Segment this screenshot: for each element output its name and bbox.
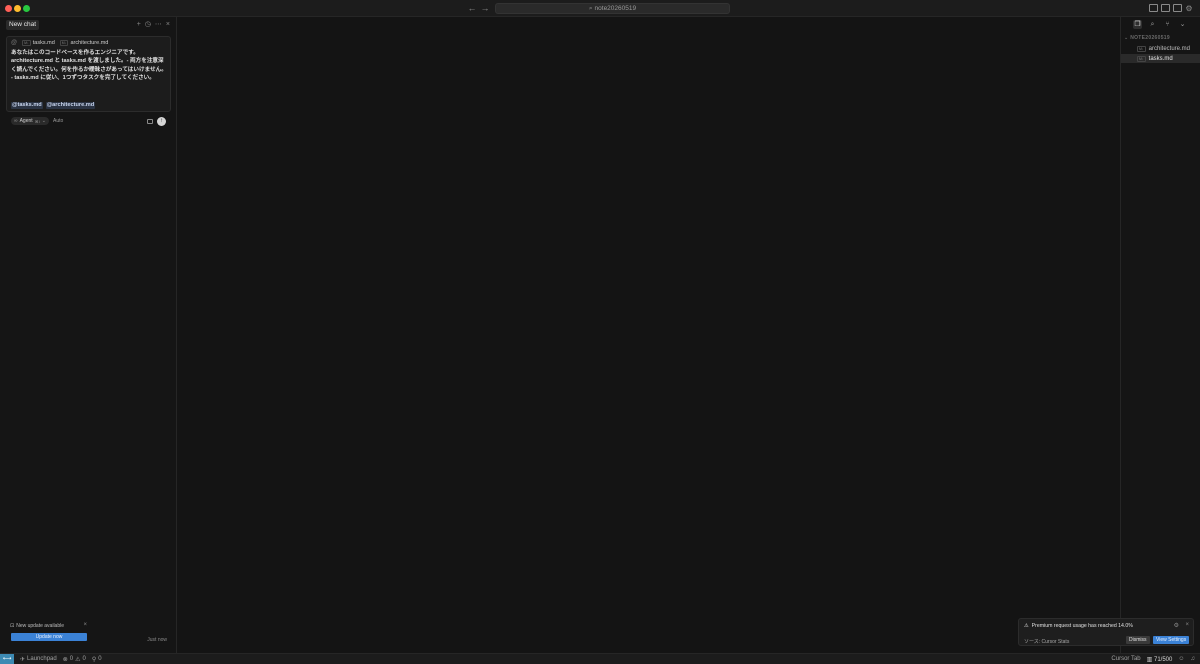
- plus-icon[interactable]: +: [137, 20, 141, 30]
- usage-notification: ⚠ Premium request usage has reached 14.0…: [1018, 618, 1194, 646]
- toggle-panel-icon[interactable]: [1149, 4, 1158, 12]
- warning-count: 0: [82, 656, 86, 662]
- warning-icon: ⚠: [75, 656, 81, 663]
- update-now-button[interactable]: Update now: [11, 633, 87, 641]
- chat-panel: New chat + ◷ ⋯ × @ M↓ tasks.md M↓ archit…: [0, 17, 177, 653]
- mention-architecture[interactable]: @architecture.md: [45, 102, 96, 109]
- gear-icon[interactable]: ⚙: [1174, 622, 1179, 629]
- mentions: @tasks.md @architecture.md: [11, 102, 96, 109]
- context-file-name: architecture.md: [70, 40, 109, 46]
- prompt-line: あなたはこのコードベースを作るエンジニアです。: [11, 50, 139, 56]
- arrow-right-icon[interactable]: →: [479, 3, 491, 14]
- cursor-tab-item[interactable]: Cursor Tab: [1111, 656, 1140, 662]
- explorer-toolbar: ❐ ⌕ ⑂ ⌄: [1133, 20, 1187, 29]
- more-icon[interactable]: ⋯: [155, 20, 162, 30]
- search-icon: ⌕: [588, 5, 593, 12]
- image-icon[interactable]: [147, 119, 153, 124]
- prompt-line: - tasks.md に従い、1つずつタスクを完了してください。: [11, 75, 155, 82]
- model-selector[interactable]: Auto: [53, 118, 63, 124]
- title-bar: ← → ⌕ note20260519 ⚙: [0, 0, 1200, 17]
- notification-title-text: Premium request usage has reached 14.0%: [1031, 623, 1133, 629]
- files-icon[interactable]: ❐: [1133, 20, 1142, 29]
- file-name: architecture.md: [1148, 45, 1191, 52]
- close-window-button[interactable]: [5, 5, 12, 12]
- file-item-architecture[interactable]: M↓ architecture.md: [1121, 44, 1200, 53]
- zoom-window-button[interactable]: [23, 5, 30, 12]
- file-name: tasks.md: [1148, 55, 1173, 62]
- update-notice: ⊡ New update available × Update now: [6, 621, 91, 647]
- chevron-down-icon[interactable]: ⌄: [1178, 20, 1187, 29]
- launchpad-label: Launchpad: [27, 656, 57, 662]
- error-icon: ⊗: [62, 656, 68, 663]
- search-icon[interactable]: ⌕: [1148, 20, 1157, 29]
- mention-tasks[interactable]: @tasks.md: [11, 102, 43, 109]
- infinity-icon: ∞: [14, 118, 18, 124]
- chat-actions: + ◷ ⋯ ×: [137, 20, 170, 30]
- close-icon[interactable]: ×: [1185, 622, 1189, 628]
- usage-meter-value: 71/500: [1154, 656, 1173, 663]
- status-bar-right: Cursor Tab ▥ 71/500 ☺ ♫: [1111, 654, 1195, 664]
- notification-title: ⚠ Premium request usage has reached 14.0…: [1024, 623, 1133, 629]
- file-item-tasks[interactable]: M↓ tasks.md: [1121, 54, 1200, 63]
- chat-message-card[interactable]: @ M↓ tasks.md M↓ architecture.md あなたはこのコ…: [6, 36, 171, 126]
- prompt-text: あなたはこのコードベースを作るエンジニアです。 architecture.md …: [11, 49, 169, 83]
- account-icon[interactable]: ☺: [1178, 656, 1184, 662]
- prompt-line: architecture.md と tasks.md を渡しました。- 両方を注…: [11, 58, 164, 65]
- usage-meter[interactable]: ▥ 71/500: [1147, 656, 1173, 663]
- context-file-chip[interactable]: M↓ architecture.md: [59, 40, 109, 46]
- arrow-left-icon[interactable]: ←: [466, 3, 478, 14]
- agent-mode-dropdown[interactable]: ∞ Agent ⌘I ⌄: [11, 117, 49, 125]
- update-icon: ⊡: [10, 623, 15, 629]
- markdown-file-icon: M↓: [1137, 55, 1146, 62]
- context-files: @ M↓ tasks.md M↓ architecture.md: [11, 40, 108, 46]
- dismiss-button[interactable]: Dismiss: [1126, 636, 1150, 644]
- view-settings-button[interactable]: View Settings: [1153, 636, 1190, 644]
- agent-mode-shortcut: ⌘I: [34, 118, 40, 124]
- markdown-file-icon: M↓: [1137, 45, 1146, 52]
- broadcast-icon: ⚲: [91, 656, 97, 663]
- error-count: 0: [69, 656, 74, 662]
- history-icon[interactable]: ◷: [145, 20, 151, 30]
- notification-source: ソース: Cursor Stats: [1024, 639, 1070, 645]
- folder-header[interactable]: ⌄ NOTE20260519: [1124, 35, 1170, 41]
- source-control-icon[interactable]: ⑂: [1163, 20, 1172, 29]
- close-icon[interactable]: ×: [83, 622, 87, 628]
- ports-item[interactable]: ⚲ 0: [92, 656, 102, 663]
- toggle-secondary-sidebar-icon[interactable]: [1173, 4, 1182, 12]
- update-title-text: New update available: [16, 623, 65, 629]
- rocket-icon: ✈: [20, 656, 26, 663]
- ports-count: 0: [98, 656, 102, 662]
- remote-icon[interactable]: ⟷: [0, 653, 14, 664]
- bar-chart-icon: ▥: [1146, 656, 1153, 663]
- gear-icon[interactable]: ⚙: [1183, 3, 1195, 14]
- toggle-sidebar-icon[interactable]: [1161, 4, 1170, 12]
- markdown-file-icon: M↓: [22, 40, 31, 46]
- warning-icon: ⚠: [1024, 623, 1029, 629]
- file-explorer: ❐ ⌕ ⑂ ⌄ ⌄ NOTE20260519 M↓ architecture.m…: [1120, 17, 1200, 653]
- agent-controls: ∞ Agent ⌘I ⌄ Auto: [11, 117, 63, 125]
- launchpad-item[interactable]: ✈ Launchpad: [20, 656, 57, 663]
- problems-item[interactable]: ⊗ 0 ⚠ 0: [63, 656, 86, 663]
- chevron-down-icon: ⌄: [41, 118, 46, 124]
- context-file-chip[interactable]: M↓ tasks.md: [22, 40, 55, 46]
- close-icon[interactable]: ×: [166, 20, 170, 30]
- update-title: ⊡ New update available: [10, 623, 64, 629]
- prompt-line: く読んでください。何を作るか曖昧さがあってはいけません。: [11, 66, 167, 73]
- tab-new-chat[interactable]: New chat: [6, 20, 40, 30]
- markdown-file-icon: M↓: [59, 40, 69, 46]
- at-icon[interactable]: @: [11, 40, 17, 46]
- command-center-search[interactable]: ⌕ note20260519: [495, 3, 730, 14]
- folder-name: NOTE20260519: [1130, 35, 1170, 41]
- send-button[interactable]: ↑: [157, 117, 166, 126]
- search-text: note20260519: [594, 5, 637, 12]
- agent-mode-label: Agent: [19, 118, 33, 124]
- chevron-down-icon: ⌄: [1124, 35, 1129, 41]
- timestamp: Just now: [147, 637, 167, 643]
- context-file-name: tasks.md: [32, 40, 55, 46]
- bell-icon[interactable]: ♫: [1191, 656, 1196, 662]
- status-bar: ⟷ ✈ Launchpad ⊗ 0 ⚠ 0 ⚲ 0 Cursor Tab ▥ 7…: [0, 653, 1200, 664]
- minimize-window-button[interactable]: [14, 5, 21, 12]
